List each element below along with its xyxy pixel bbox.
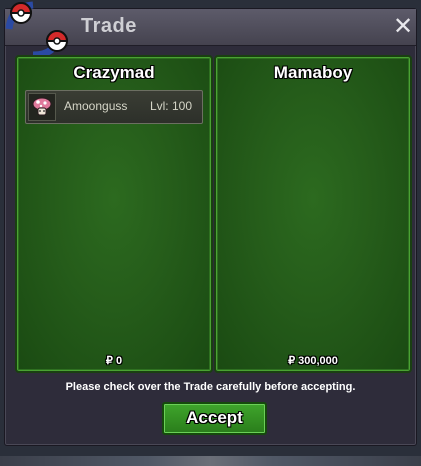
- accept-button[interactable]: Accept: [162, 402, 267, 435]
- trade-panel-left: Crazymad Amoonguss Lvl: 100 ₽ 0: [15, 55, 213, 373]
- trade-item-slot[interactable]: Amoonguss Lvl: 100: [25, 90, 203, 124]
- player-name-left: Crazymad: [73, 63, 155, 82]
- pokeball-icon: [45, 30, 69, 52]
- item-name: Amoonguss: [64, 99, 128, 113]
- window-title: Trade: [81, 15, 137, 37]
- money-right: ₽ 300,000: [288, 355, 338, 367]
- trade-notice: Please check over the Trade carefully be…: [65, 381, 356, 393]
- close-button[interactable]: ✕: [392, 13, 414, 39]
- background-world: [0, 456, 421, 466]
- item-level: Lvl: 100: [149, 99, 192, 113]
- amoonguss-icon: [28, 93, 56, 121]
- money-left: ₽ 0: [105, 355, 123, 367]
- pokeball-logo-icon: [5, 1, 69, 59]
- trade-window: Trade ✕ Crazymad Amoonguss Lvl: 100 ₽ 0 …: [4, 1, 417, 446]
- pokeball-icon: [9, 2, 33, 24]
- player-name-right: Mamaboy: [273, 63, 353, 82]
- trade-panel-right: Mamaboy ₽ 300,000: [214, 55, 412, 373]
